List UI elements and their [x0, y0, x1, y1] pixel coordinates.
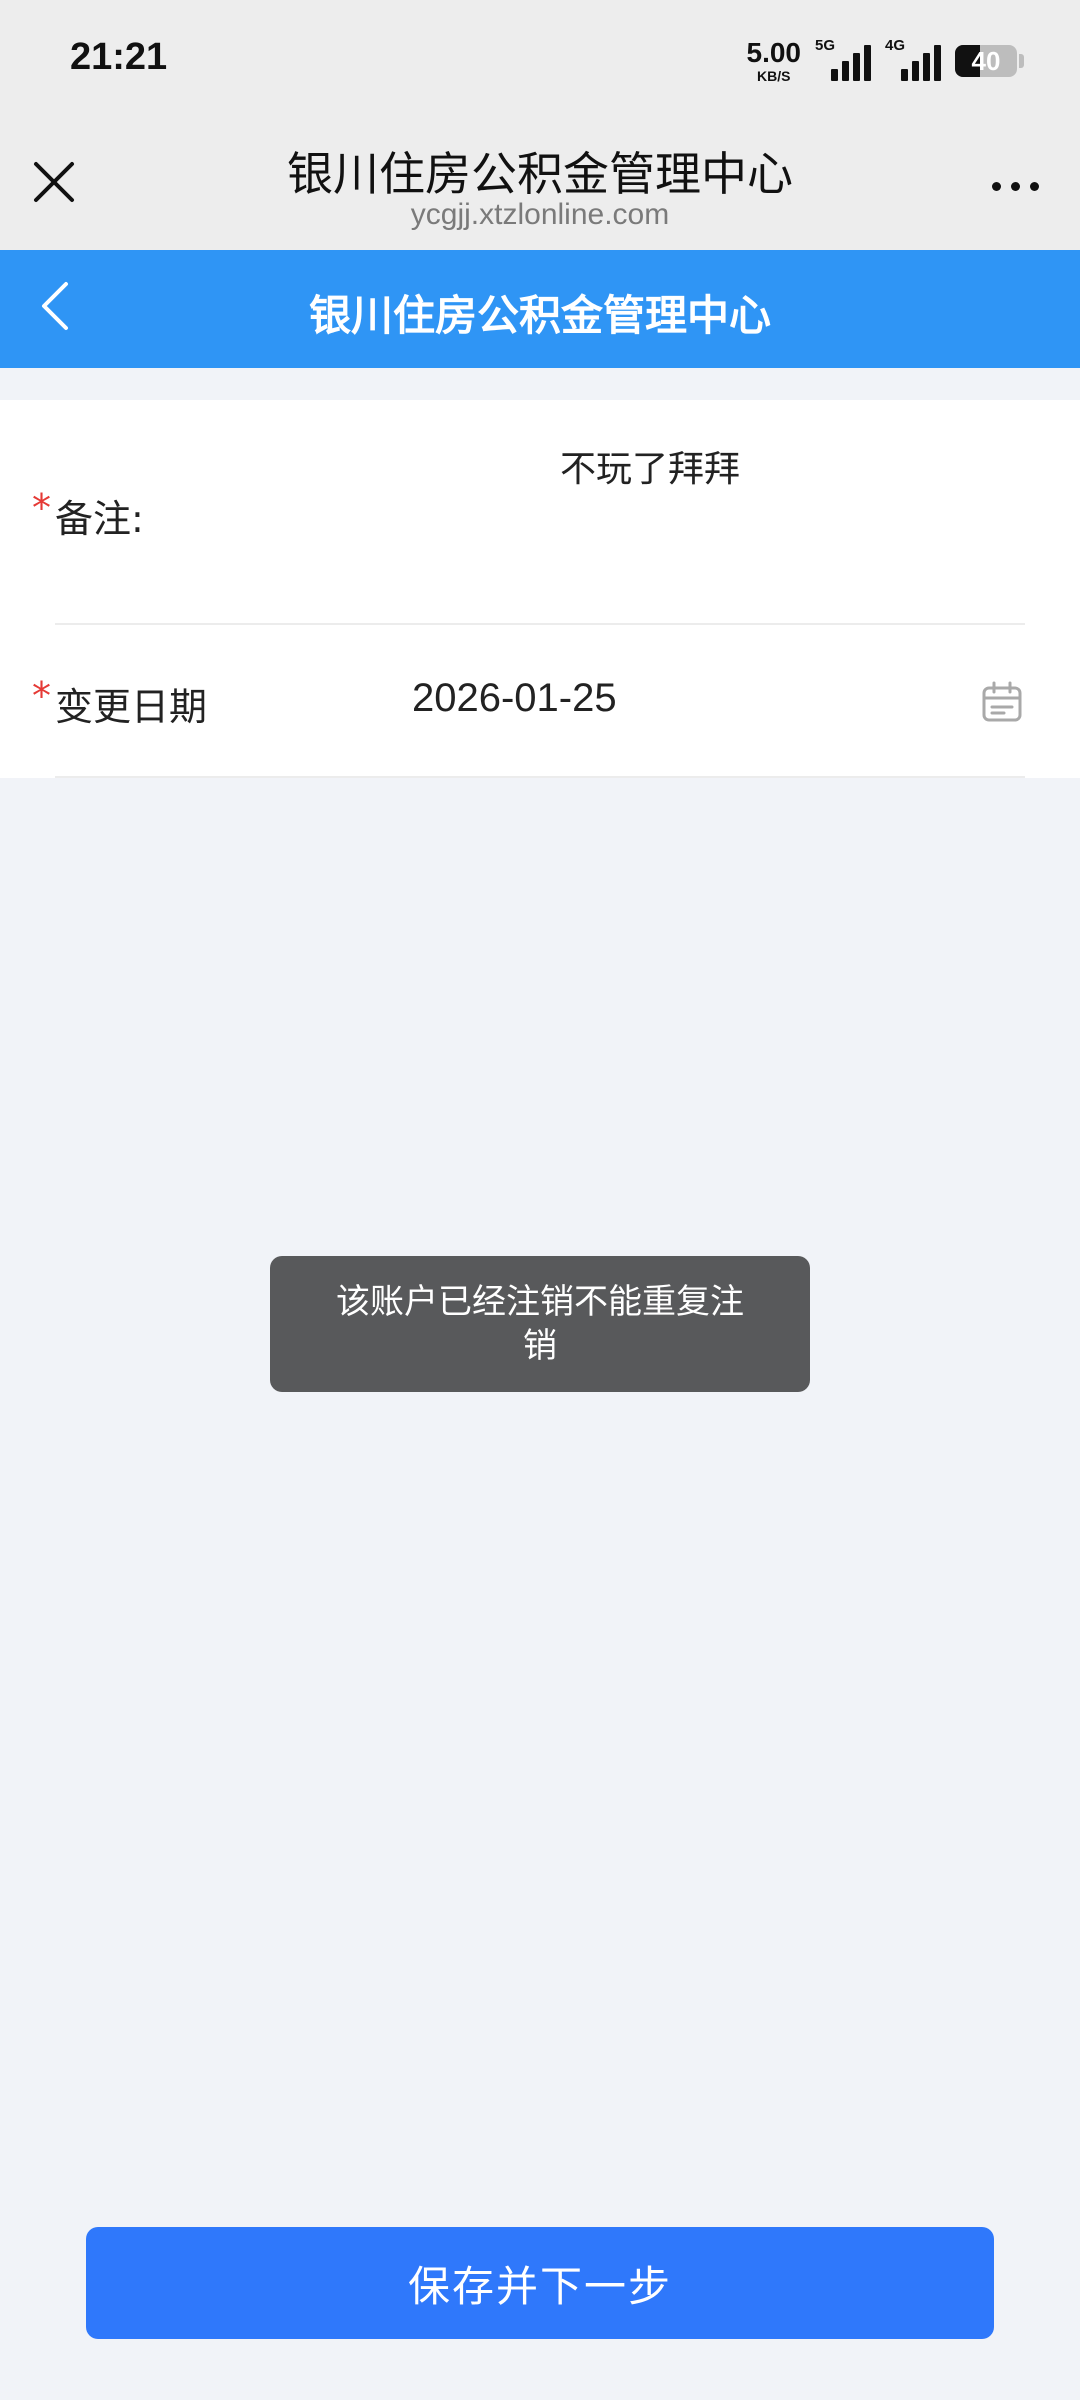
- signal-5g-label: 5G: [815, 37, 836, 54]
- required-mark: *: [32, 486, 51, 530]
- battery-level: 40: [971, 45, 1001, 76]
- battery-cap: [1019, 54, 1024, 68]
- signal-5g-icon: 5G: [815, 37, 871, 81]
- more-icon-dot: [991, 181, 1001, 191]
- signal-4g-label: 4G: [885, 37, 906, 54]
- change-date-row[interactable]: * 变更日期 2026-01-25: [0, 626, 1080, 778]
- network-speed: 5.00 KB/S: [746, 37, 802, 84]
- remark-label: 备注:: [55, 497, 144, 541]
- network-speed-value: 5.00: [746, 37, 802, 68]
- more-icon-dot: [1010, 181, 1020, 191]
- change-date-value[interactable]: 2026-01-25: [412, 676, 617, 721]
- remark-input[interactable]: 不玩了拜拜: [380, 440, 920, 492]
- cancellation-form: * 备注: 不玩了拜拜 * 变更日期 2026-01-25: [0, 400, 1080, 778]
- page-title: 银川住房公积金管理中心: [308, 291, 771, 340]
- browser-title: 银川住房公积金管理中心: [287, 147, 793, 201]
- save-next-button[interactable]: 保存并下一步: [86, 2227, 994, 2339]
- change-date-label: 变更日期: [55, 685, 208, 729]
- status-bar: 21:21 5.00 KB/S 5G 4G 40: [0, 0, 1080, 120]
- more-icon-dot: [1029, 181, 1039, 191]
- browser-url: ycgjj.xtzlonline.com: [410, 198, 670, 231]
- battery-icon: 40: [955, 45, 1017, 77]
- divider: [55, 623, 1025, 625]
- required-mark: *: [32, 674, 51, 718]
- app-header: 银川住房公积金管理中心: [0, 250, 1080, 368]
- calendar-icon[interactable]: [980, 680, 1024, 724]
- signal-4g-icon: 4G: [885, 37, 941, 81]
- toast-message: 该账户已经注销不能重复注销: [270, 1256, 810, 1392]
- network-speed-unit: KB/S: [757, 68, 791, 84]
- status-time: 21:21: [70, 36, 168, 78]
- divider: [55, 776, 1025, 778]
- browser-bar: 银川住房公积金管理中心 ycgjj.xtzlonline.com: [0, 120, 1080, 250]
- status-indicators: 5.00 KB/S 5G 4G 40: [746, 37, 1024, 84]
- remark-row: * 备注: 不玩了拜拜: [0, 400, 1080, 624]
- more-button[interactable]: [980, 166, 1050, 206]
